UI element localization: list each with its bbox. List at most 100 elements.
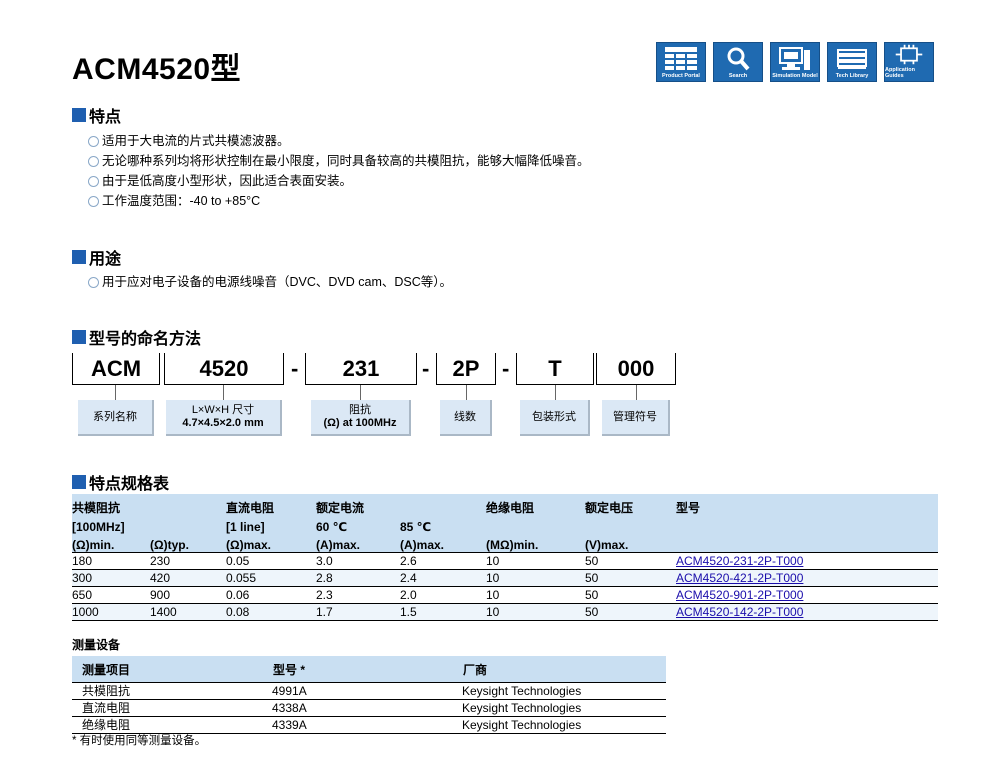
connector-line (115, 385, 116, 400)
feature-text: 适用于大电流的片式共模滤波器。 (102, 134, 290, 148)
usage-heading: 用途 (72, 245, 121, 269)
product-portal-button[interactable]: Product Portal (656, 42, 706, 82)
naming-label-series: 系列名称 (78, 400, 154, 436)
spec-heading-text: 特点规格表 (89, 476, 170, 493)
header-cell (150, 494, 226, 516)
label-line2: (Ω) at 100MHz (323, 417, 397, 429)
feature-text: 工作温度范围：-40 to +85°C (102, 194, 261, 208)
header-cell (676, 516, 938, 534)
simulation-model-icon (779, 47, 810, 70)
header-cell (676, 534, 938, 553)
naming-label-size: L×W×H 尺寸 4.7×4.5×2.0 mm (166, 400, 282, 436)
naming-part-series: ACM (72, 353, 160, 385)
table-cell: 2.0 (400, 586, 486, 604)
header-cell: 额定电流 (316, 501, 365, 515)
table-cell: 2.3 (316, 586, 400, 604)
table-row: 直流电阻 4338A Keysight Technologies (72, 699, 666, 717)
table-cell: 1400 (150, 603, 226, 621)
product-portal-label: Product Portal (662, 73, 700, 79)
measurement-heading: 测量设备 (72, 638, 121, 652)
feature-text: 由于是低高度小型形状，因此适合表面安装。 (102, 174, 353, 188)
header-cell: 直流电阻 (226, 501, 275, 515)
header-cell (150, 516, 226, 534)
tech-library-button[interactable]: Tech Library (827, 42, 877, 82)
table-cell: 10 (486, 603, 585, 621)
header-cell (400, 494, 486, 516)
section-marker-icon (72, 108, 86, 122)
connector-line (555, 385, 556, 400)
table-cell: 10 (486, 586, 585, 604)
features-heading-text: 特点 (89, 109, 122, 126)
header-cell: [100MHz] (72, 520, 125, 534)
label-line1: 阻抗 (349, 404, 371, 416)
naming-dash: - (291, 356, 299, 381)
label-line1: 包装形式 (532, 410, 576, 423)
table-cell: 0.055 (226, 569, 316, 587)
table-row: 300 420 0.055 2.8 2.4 10 50 ACM4520-421-… (72, 569, 938, 587)
table-cell: Keysight Technologies (462, 716, 666, 734)
tech-library-icon (837, 49, 867, 69)
table-cell: 0.06 (226, 586, 316, 604)
part-number-link[interactable]: ACM4520-901-2P-T000 (676, 588, 803, 602)
header-cell: (Ω)typ. (150, 538, 189, 552)
header-cell (486, 516, 585, 534)
measurement-header-row: 测量项目 型号 * 厂商 (72, 656, 666, 683)
bullet-circle-icon (88, 276, 99, 288)
naming-part-control: 000 (596, 353, 676, 385)
list-item: 适用于大电流的片式共模滤波器。 (88, 131, 590, 151)
part-number-link[interactable]: ACM4520-231-2P-T000 (676, 554, 803, 568)
usage-list: 用于应对电子设备的电源线噪音（DVC、DVD cam、DSC等）。 (88, 272, 452, 292)
connector-line (360, 385, 361, 400)
table-cell: 900 (150, 586, 226, 604)
table-cell: 1.5 (400, 603, 486, 621)
table-cell: 50 (585, 586, 676, 604)
spec-header-row: 共模阻抗 直流电阻 额定电流 绝缘电阻 额定电压 型号 (72, 494, 938, 516)
application-guides-button[interactable]: Application Guides (884, 42, 934, 82)
simulation-model-button[interactable]: Simulation Model (770, 42, 820, 82)
table-row: 1000 1400 0.08 1.7 1.5 10 50 ACM4520-142… (72, 603, 938, 621)
naming-label-packaging: 包装形式 (520, 400, 590, 436)
list-item: 无论哪种系列均将形状控制在最小限度，同时具备较高的共模阻抗，能够大幅降低噪音。 (88, 151, 590, 171)
table-cell: 50 (585, 603, 676, 621)
part-number-link[interactable]: ACM4520-142-2P-T000 (676, 605, 803, 619)
feature-text: 无论哪种系列均将形状控制在最小限度，同时具备较高的共模阻抗，能够大幅降低噪音。 (102, 154, 590, 168)
table-cell: 10 (486, 552, 585, 570)
table-row: 180 230 0.05 3.0 2.6 10 50 ACM4520-231-2… (72, 552, 938, 570)
part-number-link[interactable]: ACM4520-421-2P-T000 (676, 571, 803, 585)
table-cell: 10 (486, 569, 585, 587)
table-cell: 4339A (272, 716, 462, 734)
bullet-circle-icon (88, 175, 99, 187)
features-heading: 特点 (72, 103, 121, 127)
label-line1: 线数 (454, 410, 476, 423)
table-row: 650 900 0.06 2.3 2.0 10 50 ACM4520-901-2… (72, 586, 938, 604)
bullet-circle-icon (88, 155, 99, 167)
header-cell: 共模阻抗 (72, 501, 121, 515)
naming-part-lines: 2P (436, 353, 496, 385)
table-cell: ACM4520-421-2P-T000 (676, 569, 938, 587)
footnote: * 有时使用同等测量设备。 (72, 735, 207, 747)
table-cell: 650 (72, 586, 150, 604)
table-row: 绝缘电阻 4339A Keysight Technologies (72, 716, 666, 734)
naming-label-impedance: 阻抗 (Ω) at 100MHz (311, 400, 411, 436)
table-cell: ACM4520-901-2P-T000 (676, 586, 938, 604)
table-cell: 50 (585, 552, 676, 570)
table-cell: 4338A (272, 699, 462, 717)
search-button[interactable]: Search (713, 42, 763, 82)
table-cell: Keysight Technologies (462, 682, 666, 700)
table-cell: 4991A (272, 682, 462, 700)
spec-heading: 特点规格表 (72, 470, 169, 494)
table-cell: 共模阻抗 (72, 682, 272, 700)
header-cell: 厂商 (462, 656, 666, 683)
table-cell: 绝缘电阻 (72, 716, 272, 734)
table-cell: 2.4 (400, 569, 486, 587)
table-cell: 50 (585, 569, 676, 587)
measurement-table: 测量项目 型号 * 厂商 共模阻抗 4991A Keysight Technol… (72, 656, 666, 734)
table-cell: 0.08 (226, 603, 316, 621)
header-cell: (A)max. (400, 538, 445, 552)
table-row: 共模阻抗 4991A Keysight Technologies (72, 682, 666, 700)
connector-line (223, 385, 224, 400)
header-cell: 型号 (676, 501, 701, 515)
header-cell: (Ω)min. (72, 538, 115, 552)
usage-text: 用于应对电子设备的电源线噪音（DVC、DVD cam、DSC等）。 (102, 275, 453, 289)
table-cell: 直流电阻 (72, 699, 272, 717)
